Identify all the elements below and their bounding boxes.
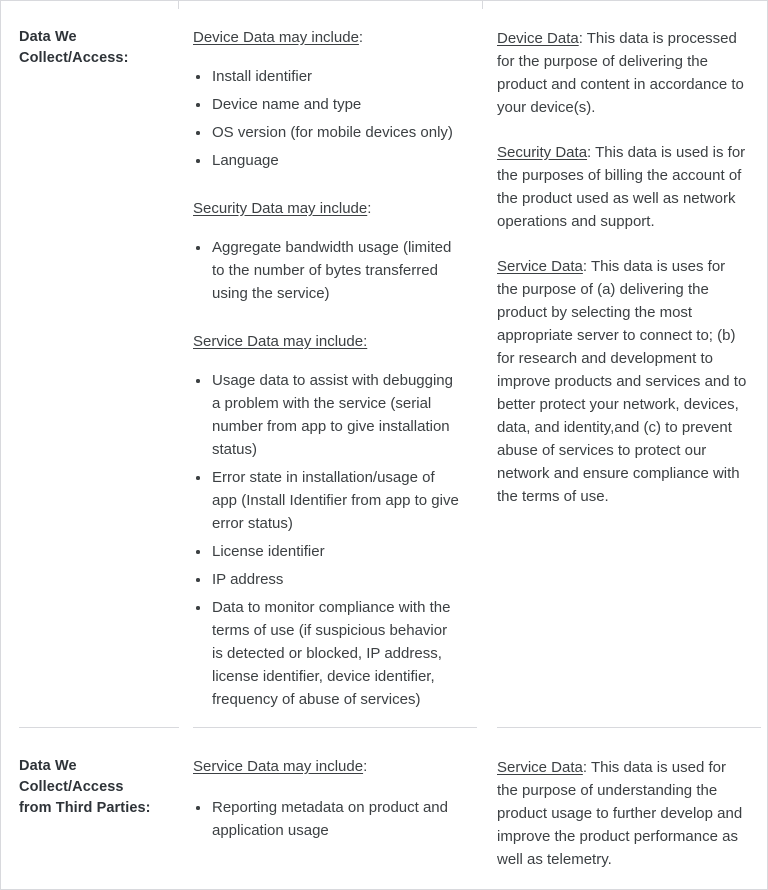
list-item: Reporting metadata on product and applic… (193, 796, 459, 842)
section-heading-text: Service Data may include: (193, 333, 368, 350)
list-item: Language (193, 149, 459, 172)
list-item: OS version (for mobile devices only) (193, 121, 459, 144)
purpose-term: Security Data (497, 144, 588, 161)
device-data-list: Install identifier Device name and type … (193, 65, 459, 172)
purpose-term: Service Data (497, 258, 583, 275)
section-heading-text: Device Data may include (193, 29, 359, 46)
data-collected-cell: Service Data may include: Reporting meta… (179, 728, 483, 889)
list-item: IP address (193, 568, 459, 591)
table-row: Data We Collect/Access from Third Partie… (1, 728, 767, 889)
section-heading-tail: : (367, 200, 372, 217)
row-label-cell: Data We Collect/Access from Third Partie… (1, 728, 179, 889)
row-label-line: Collect/Access: (19, 50, 129, 66)
purpose-term: Service Data (497, 759, 583, 776)
section-heading-device-data: Device Data may include: (193, 27, 459, 49)
purpose-paragraph-service-data: Service Data: This data is used for the … (497, 756, 747, 871)
row-label-line: Data We (19, 29, 77, 45)
service-data-list: Usage data to assist with debugging a pr… (193, 369, 459, 711)
list-item: Install identifier (193, 65, 459, 88)
section-heading-text: Service Data may include (193, 758, 364, 775)
service-data-list: Reporting metadata on product and applic… (193, 796, 459, 842)
section-heading-text: Security Data may include (193, 200, 368, 217)
list-item: Device name and type (193, 93, 459, 116)
table-row: Data We Collect/Access: Device Data may … (1, 0, 767, 728)
section-heading-tail: : (358, 29, 364, 46)
row-label-line: Collect/Access (19, 779, 124, 795)
row-label: Data We Collect/Access from Third Partie… (19, 756, 165, 819)
row-label-cell: Data We Collect/Access: (1, 1, 179, 728)
purpose-paragraph-service-data: Service Data: This data is uses for the … (497, 255, 747, 508)
purpose-paragraph-device-data: Device Data: This data is processed for … (497, 27, 747, 119)
purpose-paragraph-security-data: Security Data: This data is used is for … (497, 141, 747, 233)
list-item: Error state in installation/usage of app… (193, 466, 459, 535)
security-data-list: Aggregate bandwidth usage (limited to th… (193, 236, 459, 305)
section-heading-service-data: Service Data may include: (193, 756, 459, 778)
purpose-term: Device Data (497, 30, 579, 47)
row-label: Data We Collect/Access: (19, 27, 165, 69)
privacy-data-table: Data We Collect/Access: Device Data may … (0, 0, 768, 890)
purpose-cell: Device Data: This data is processed for … (483, 1, 767, 728)
list-item: Aggregate bandwidth usage (limited to th… (193, 236, 459, 305)
section-heading-tail: : (363, 758, 368, 775)
list-item: Data to monitor compliance with the term… (193, 596, 459, 711)
list-item: License identifier (193, 540, 459, 563)
purpose-body: : This data is uses for the purpose of (… (497, 258, 747, 505)
data-collected-cell: Device Data may include: Install identif… (179, 1, 483, 728)
row-label-line: from Third Parties: (19, 800, 151, 816)
section-heading-security-data: Security Data may include: (193, 198, 459, 220)
purpose-cell: Service Data: This data is used for the … (483, 728, 767, 889)
row-label-line: Data We (19, 758, 77, 774)
list-item: Usage data to assist with debugging a pr… (193, 369, 459, 461)
section-heading-service-data: Service Data may include: (193, 331, 459, 353)
